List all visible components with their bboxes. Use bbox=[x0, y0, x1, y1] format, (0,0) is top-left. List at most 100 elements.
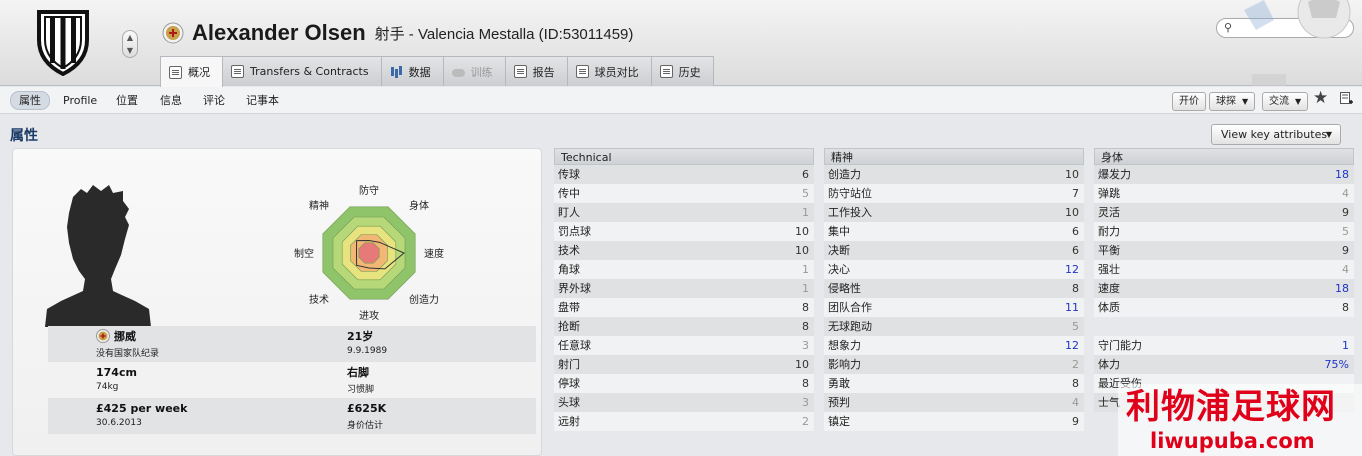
attribute-row[interactable]: 预判 4 bbox=[824, 393, 1084, 412]
tab-overview[interactable]: 概况 bbox=[160, 56, 223, 87]
attribute-row[interactable]: 防守站位 7 bbox=[824, 184, 1084, 203]
attribute-row[interactable]: 盘带 8 bbox=[554, 298, 814, 317]
attribute-row[interactable]: 任意球 3 bbox=[554, 336, 814, 355]
subnav-comments[interactable]: 评论 bbox=[195, 91, 233, 110]
player-cycle-stepper[interactable]: ▲ ▼ bbox=[122, 30, 138, 58]
attribute-name: 强壮 bbox=[1098, 263, 1120, 276]
attribute-row[interactable]: 创造力 10 bbox=[824, 165, 1084, 184]
attribute-value: 7 bbox=[1072, 187, 1079, 200]
attribute-value: 9 bbox=[1342, 244, 1349, 257]
age-value: 21岁 bbox=[347, 330, 374, 343]
attribute-value: 5 bbox=[1072, 320, 1079, 333]
attribute-row[interactable]: 无球跑动 5 bbox=[824, 317, 1084, 336]
subnav-info[interactable]: 信息 bbox=[152, 91, 190, 110]
value-cell: £625K 身价估计 bbox=[347, 400, 386, 432]
subnav-position[interactable]: 位置 bbox=[108, 91, 146, 110]
interact-label: 交流 bbox=[1269, 96, 1289, 107]
attribute-row[interactable]: 耐力 5 bbox=[1094, 222, 1354, 241]
attribute-row[interactable]: 抢断 8 bbox=[554, 317, 814, 336]
attribute-value: 8 bbox=[1072, 377, 1079, 390]
attribute-row[interactable]: 传中 5 bbox=[554, 184, 814, 203]
attribute-row[interactable]: 灵活 9 bbox=[1094, 203, 1354, 222]
attribute-row[interactable]: 勇敢 8 bbox=[824, 374, 1084, 393]
attribute-name: 预判 bbox=[828, 396, 850, 409]
attribute-value: 6 bbox=[1072, 244, 1079, 257]
add-to-list-icon[interactable] bbox=[1340, 92, 1353, 106]
search-input[interactable]: ⚲ bbox=[1216, 18, 1354, 38]
attribute-name: 士气 bbox=[1098, 396, 1120, 409]
subnav-profile[interactable]: Profile bbox=[55, 91, 105, 110]
foot-cell: 右脚 习惯脚 bbox=[347, 364, 374, 395]
attribute-row[interactable]: 速度 18 bbox=[1094, 279, 1354, 298]
star-icon[interactable]: ★ bbox=[1313, 88, 1328, 108]
attribute-row[interactable]: 平衡 9 bbox=[1094, 241, 1354, 260]
club-crest-icon[interactable] bbox=[33, 8, 93, 76]
attribute-name: 弹跳 bbox=[1098, 187, 1120, 200]
attribute-row[interactable]: 影响力 2 bbox=[824, 355, 1084, 374]
attribute-row[interactable]: 爆发力 18 bbox=[1094, 165, 1354, 184]
nation-name[interactable]: 挪威 bbox=[114, 328, 136, 344]
attribute-row[interactable]: 停球 8 bbox=[554, 374, 814, 393]
attribute-row[interactable]: 强壮 4 bbox=[1094, 260, 1354, 279]
view-key-attributes-dropdown[interactable]: View key attributes ▼ bbox=[1211, 124, 1341, 145]
mental-rows: 创造力 10 防守站位 7 工作投入 10 集中 6 决断 6 决心 12 侵略性 8 团队合作 11 无球跑动… bbox=[824, 165, 1084, 431]
scout-dropdown[interactable]: 球探 ▼ bbox=[1209, 92, 1256, 111]
attribute-row[interactable]: 罚点球 10 bbox=[554, 222, 814, 241]
bid-label: 开价 bbox=[1179, 96, 1199, 107]
attribute-name: 集中 bbox=[828, 225, 850, 238]
player-subtitle: 射手 - Valencia Mestalla (ID:53011459) bbox=[374, 25, 634, 43]
chevron-down-icon[interactable]: ▼ bbox=[123, 44, 137, 57]
attribute-row[interactable]: 决断 6 bbox=[824, 241, 1084, 260]
attribute-row[interactable]: 镇定 9 bbox=[824, 412, 1084, 431]
attribute-row[interactable]: 侵略性 8 bbox=[824, 279, 1084, 298]
attribute-name: 速度 bbox=[1098, 282, 1120, 295]
bid-button[interactable]: 开价 bbox=[1172, 92, 1206, 111]
attribute-row[interactable]: 头球 3 bbox=[554, 393, 814, 412]
attribute-name: 任意球 bbox=[558, 339, 591, 352]
attribute-row[interactable]: 射门 10 bbox=[554, 355, 814, 374]
subnav-attributes[interactable]: 属性 bbox=[10, 91, 50, 110]
tab-report[interactable]: 报告 bbox=[504, 56, 568, 86]
tab-label: 球员对比 bbox=[594, 65, 639, 79]
chevron-up-icon[interactable]: ▲ bbox=[123, 31, 137, 44]
bar-chart-icon bbox=[390, 65, 403, 78]
tab-history[interactable]: 历史 bbox=[650, 56, 714, 86]
interact-dropdown[interactable]: 交流 ▼ bbox=[1262, 92, 1309, 111]
attribute-name: 停球 bbox=[558, 377, 580, 390]
attribute-row[interactable]: 想象力 12 bbox=[824, 336, 1084, 355]
attribute-row[interactable]: 集中 6 bbox=[824, 222, 1084, 241]
attribute-row[interactable]: 工作投入 10 bbox=[824, 203, 1084, 222]
attribute-row[interactable]: 体质 8 bbox=[1094, 298, 1354, 317]
attribute-value: 5 bbox=[1342, 225, 1349, 238]
tab-training[interactable]: 训练 bbox=[442, 56, 506, 86]
attribute-row[interactable]: 团队合作 11 bbox=[824, 298, 1084, 317]
chevron-down-icon: ▼ bbox=[1242, 97, 1249, 106]
attribute-value: 9 bbox=[1072, 415, 1079, 428]
tab-transfers-contracts[interactable]: Transfers & Contracts bbox=[222, 56, 382, 86]
attribute-name: 界外球 bbox=[558, 282, 591, 295]
attribute-name: 勇敢 bbox=[828, 377, 850, 390]
tab-stats[interactable]: 数据 bbox=[380, 56, 444, 86]
attribute-value: 12 bbox=[1065, 263, 1079, 276]
subnav-notebook[interactable]: 记事本 bbox=[238, 91, 287, 110]
attribute-row[interactable]: 体力 75% bbox=[1094, 355, 1354, 374]
attribute-row[interactable]: 守门能力 1 bbox=[1094, 336, 1354, 355]
attribute-name: 抢断 bbox=[558, 320, 580, 333]
attribute-row[interactable]: 传球 6 bbox=[554, 165, 814, 184]
attribute-value: 10 bbox=[795, 225, 809, 238]
attribute-row[interactable]: 决心 12 bbox=[824, 260, 1084, 279]
attribute-row[interactable]: 远射 2 bbox=[554, 412, 814, 431]
attribute-row[interactable]: 盯人 1 bbox=[554, 203, 814, 222]
attribute-row[interactable]: 技术 10 bbox=[554, 241, 814, 260]
radar-label-technique: 技术 bbox=[309, 293, 329, 306]
attribute-row[interactable]: 角球 1 bbox=[554, 260, 814, 279]
attribute-value: 10 bbox=[795, 244, 809, 257]
attribute-row[interactable]: 界外球 1 bbox=[554, 279, 814, 298]
tab-label: 概况 bbox=[188, 66, 210, 79]
cloud-icon bbox=[451, 69, 465, 77]
physical-attributes-table: 身体 爆发力 18 弹跳 4 灵活 9 耐力 5 平衡 9 强壮 4 速度 18 体质 8 守门能力 1 体力 75… bbox=[1094, 148, 1354, 412]
attribute-value: 2 bbox=[802, 415, 809, 428]
tab-player-compare[interactable]: 球员对比 bbox=[566, 56, 652, 86]
overview-card-icon bbox=[169, 65, 182, 79]
attribute-row[interactable]: 弹跳 4 bbox=[1094, 184, 1354, 203]
